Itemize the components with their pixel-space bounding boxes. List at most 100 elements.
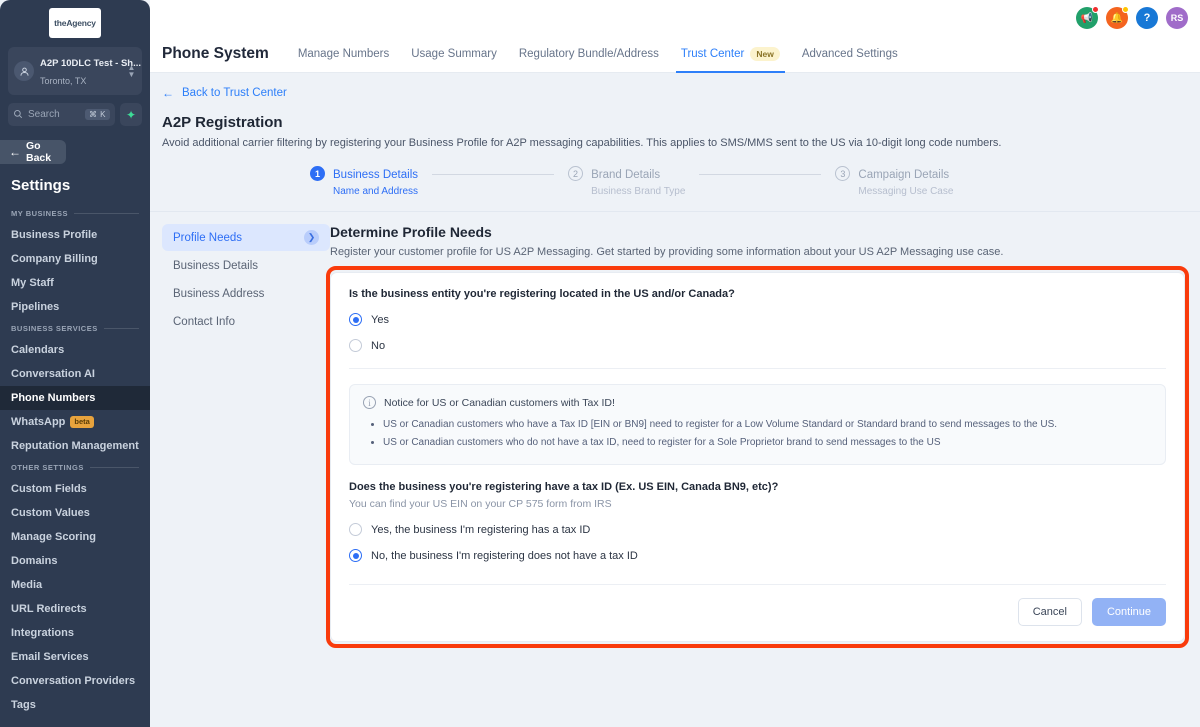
notice-bullet: US or Canadian customers who do not have… <box>383 436 1152 450</box>
stepper: 1 Business Details Name and Address 2 Brand … <box>150 165 1200 197</box>
stepper-step-2[interactable]: 2 Brand Details Business Brand Type <box>568 165 685 197</box>
chevron-updown-icon[interactable]: ▲ ▼ <box>127 64 136 79</box>
search-icon <box>13 106 23 124</box>
tab-trust-center[interactable]: Trust Center New <box>670 36 791 73</box>
sidebar-item-pipelines[interactable]: Pipelines <box>0 295 150 319</box>
radio-button[interactable] <box>349 339 362 352</box>
sidebar-item-label: Domains <box>11 555 58 567</box>
tab-label: Usage Summary <box>411 48 497 60</box>
question2-label: Does the business you're registering hav… <box>349 481 779 493</box>
stepper-connector <box>699 174 822 175</box>
question1-label: Is the business entity you're registerin… <box>349 288 735 300</box>
sidebar-item-tags[interactable]: Tags <box>0 693 150 717</box>
sidebar-nav: MY BUSINESS Business Profile Company Billi… <box>0 204 150 727</box>
sidebar-item-conversation-ai[interactable]: Conversation AI <box>0 362 150 386</box>
sidebar-item-custom-fields[interactable]: Custom Fields <box>0 477 150 501</box>
location-switcher[interactable]: A2P 10DLC Test - Sh... Toronto, TX ▲ ▼ <box>8 47 142 95</box>
tab-advanced-settings[interactable]: Advanced Settings <box>791 36 909 73</box>
sidebar-item-url-redirects[interactable]: URL Redirects <box>0 597 150 621</box>
question1-options: Yes No <box>349 313 1166 352</box>
tab-manage-numbers[interactable]: Manage Numbers <box>287 36 400 73</box>
sidebar-section-label: MY BUSINESS <box>11 209 69 218</box>
question2-hint: You can find your US EIN on your CP 575 … <box>349 498 612 510</box>
continue-button[interactable]: Continue <box>1091 598 1166 626</box>
megaphone-icon[interactable]: 📢 <box>1076 6 1099 29</box>
radio-button[interactable] <box>349 549 362 562</box>
sidebar-item-manage-scoring[interactable]: Manage Scoring <box>0 525 150 549</box>
stepper-sublabel: Messaging Use Case <box>858 186 954 197</box>
tax-id-notice: i Notice for US or Canadian customers wi… <box>349 384 1166 465</box>
tab-usage-summary[interactable]: Usage Summary <box>400 36 508 73</box>
sidebar-item-whatsapp[interactable]: WhatsApp beta <box>0 410 150 434</box>
question1-option-1[interactable]: Yes <box>349 313 1166 326</box>
stepper-number: 3 <box>835 166 851 181</box>
sidebar-item-media[interactable]: Media <box>0 573 150 597</box>
notice-title: Notice for US or Canadian customers with… <box>384 396 615 409</box>
bell-icon[interactable]: 🔔 <box>1106 6 1129 29</box>
sidebar-item-business-profile[interactable]: Business Profile <box>0 223 150 247</box>
agency-logo[interactable]: theAgency <box>0 0 150 44</box>
sidebar-section-header: OTHER SETTINGS <box>0 458 150 477</box>
form-nav-profile-needs[interactable]: Profile Needs ❯ <box>162 224 330 251</box>
stepper-connector <box>432 174 555 175</box>
question2-option-2[interactable]: No, the business I'm registering does no… <box>349 549 1166 562</box>
stepper-step-1[interactable]: 1 Business Details Name and Address <box>310 165 418 197</box>
go-back-button[interactable]: ← Go Back <box>0 140 66 164</box>
back-to-trust-center-link[interactable]: ← Back to Trust Center <box>150 73 1200 100</box>
app-root: theAgency A2P 10DLC Test - Sh... Toronto… <box>0 0 1200 727</box>
tab-label: Trust Center <box>680 48 745 60</box>
divider <box>349 368 1166 369</box>
location-text: A2P 10DLC Test - Sh... Toronto, TX <box>40 53 141 89</box>
sidebar-item-company-billing[interactable]: Company Billing <box>0 247 150 271</box>
sidebar-item-conversation-providers[interactable]: Conversation Providers <box>0 669 150 693</box>
radio-label: No, the business I'm registering does no… <box>371 549 638 562</box>
sidebar-item-domains[interactable]: Domains <box>0 549 150 573</box>
sidebar-item-label: WhatsApp <box>11 416 66 428</box>
form-nav-business-address[interactable]: Business Address <box>162 280 330 307</box>
user-circle-icon <box>14 61 34 81</box>
radio-button[interactable] <box>349 523 362 536</box>
sidebar-item-reputation-management[interactable]: Reputation Management <box>0 434 150 458</box>
divider <box>89 467 139 468</box>
sidebar-item-calendars[interactable]: Calendars <box>0 338 150 362</box>
sidebar-item-label: Custom Fields <box>11 483 87 495</box>
form-column: Determine Profile Needs Register your cu… <box>326 224 1200 648</box>
avatar[interactable]: RS <box>1166 7 1188 29</box>
sidebar-item-email-services[interactable]: Email Services <box>0 645 150 669</box>
topbar: 📢 🔔? RS <box>150 0 1200 36</box>
tab-regulatory-bundle-address[interactable]: Regulatory Bundle/Address <box>508 36 670 73</box>
avatar-glyph: RS <box>1170 13 1184 23</box>
sidebar-section-label: BUSINESS SERVICES <box>11 324 98 333</box>
question2-option-1[interactable]: Yes, the business I'm registering has a … <box>349 523 1166 536</box>
profile-needs-card: Is the business entity you're registerin… <box>330 272 1185 642</box>
sparkle-icon[interactable]: ✦ <box>120 103 142 126</box>
form-nav-contact-info[interactable]: Contact Info <box>162 308 330 335</box>
settings-title: Settings <box>11 177 71 194</box>
sidebar-section-header: MY BUSINESS <box>0 204 150 223</box>
sidebar-item-phone-numbers[interactable]: Phone Numbers <box>0 386 150 410</box>
logo-box: theAgency <box>49 8 101 38</box>
form-nav-label: Business Address <box>173 287 265 300</box>
search-input[interactable]: Search ⌘ K <box>8 103 115 126</box>
sidebar-item-custom-values[interactable]: Custom Values <box>0 501 150 525</box>
form-nav-business-details[interactable]: Business Details <box>162 252 330 279</box>
help-icon[interactable]: ? <box>1136 7 1158 29</box>
stepper-step-3[interactable]: 3 Campaign Details Messaging Use Case <box>835 165 953 197</box>
new-badge: New <box>750 46 780 62</box>
question1-option-2[interactable]: No <box>349 339 1166 352</box>
sidebar-item-label: Company Billing <box>11 253 98 265</box>
sidebar-item-label: Business Profile <box>11 229 98 241</box>
sidebar-item-label: Media <box>11 579 43 591</box>
notification-dot <box>1122 6 1129 13</box>
radio-label: Yes <box>371 313 389 326</box>
bell-icon-glyph: 🔔 <box>1110 12 1124 24</box>
logo-label: theAgency <box>54 18 96 28</box>
page-subheading: Avoid additional carrier filtering by re… <box>162 137 1002 149</box>
radio-button[interactable] <box>349 313 362 326</box>
cancel-button[interactable]: Cancel <box>1017 598 1082 626</box>
sidebar-item-my-staff[interactable]: My Staff <box>0 271 150 295</box>
sidebar-item-integrations[interactable]: Integrations <box>0 621 150 645</box>
sidebar-item-label: Conversation Providers <box>11 675 136 687</box>
highlighted-region: Is the business entity you're registerin… <box>326 266 1189 648</box>
search-shortcut-badge: ⌘ K <box>84 109 110 120</box>
